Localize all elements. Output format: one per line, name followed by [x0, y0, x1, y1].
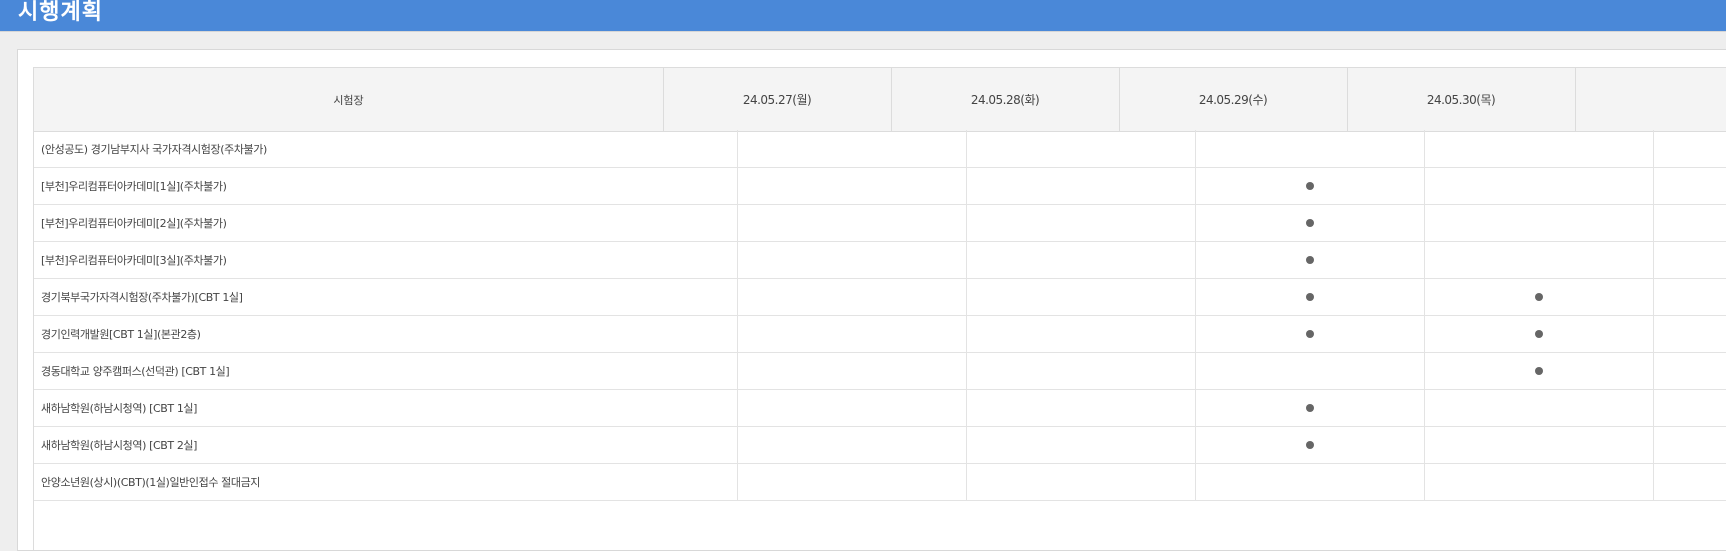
- table-row: 새하남학원(하남시청역) [CBT 2실]: [34, 426, 1726, 464]
- site-name-cell: [부천]우리컴퓨터아카데미[1실](주차불가): [34, 167, 738, 204]
- schedule-cell-day-4: [1425, 278, 1654, 315]
- schedule-cell-day-1: [738, 389, 967, 426]
- table-row: 안양소년원(상시)(CBT)(1실)일반인접수 절대금지: [34, 463, 1726, 501]
- schedule-cell-day-1: [738, 241, 967, 278]
- schedule-cell-day-2: [967, 426, 1196, 463]
- site-name-cell: 새하남학원(하남시청역) [CBT 1실]: [34, 389, 738, 426]
- table-row: 경기인력개발원[CBT 1실](본관2층): [34, 315, 1726, 353]
- schedule-cell-day-2: [967, 315, 1196, 352]
- schedule-dot-icon: [1535, 329, 1543, 338]
- column-header-date-3: 24.05.29(수): [1119, 68, 1348, 131]
- schedule-cell-day-1: [738, 352, 967, 389]
- schedule-cell-day-4: [1425, 426, 1654, 463]
- schedule-cell-day-2: [967, 241, 1196, 278]
- schedule-dot-icon: [1306, 218, 1314, 227]
- schedule-cell-day-1: [738, 204, 967, 241]
- schedule-cell-day-4: [1425, 315, 1654, 352]
- schedule-cell-day-3: [1196, 463, 1425, 500]
- table-row: 새하남학원(하남시청역) [CBT 1실]: [34, 389, 1726, 427]
- schedule-cell-day-4: [1425, 389, 1654, 426]
- site-name-cell: 새하남학원(하남시청역) [CBT 2실]: [34, 426, 738, 463]
- schedule-cell-day-3: [1196, 204, 1425, 241]
- schedule-cell-day-4: [1425, 352, 1654, 389]
- schedule-cell-day-2: [967, 130, 1196, 167]
- schedule-cell-day-3: [1196, 241, 1425, 278]
- table-body: (안성공도) 경기남부지사 국가자격시험장(주차불가) [부천]우리컴퓨터아카데미…: [33, 130, 1726, 550]
- site-name-cell: 안양소년원(상시)(CBT)(1실)일반인접수 절대금지: [34, 463, 738, 500]
- table-row: 경기북부국가자격시험장(주차불가)[CBT 1실]: [34, 278, 1726, 316]
- schedule-cell-day-2: [967, 204, 1196, 241]
- schedule-cell-day-1: [738, 426, 967, 463]
- schedule-cell-day-4: [1425, 463, 1654, 500]
- site-name-cell: [부천]우리컴퓨터아카데미[2실](주차불가): [34, 204, 738, 241]
- schedule-cell-day-1: [738, 130, 967, 167]
- schedule-cell-day-4: [1425, 241, 1654, 278]
- schedule-cell-day-3: [1196, 389, 1425, 426]
- schedule-dot-icon: [1306, 403, 1314, 412]
- schedule-cell-day-2: [967, 352, 1196, 389]
- schedule-dot-icon: [1535, 366, 1543, 375]
- header-bar: 시행계획: [0, 0, 1726, 31]
- site-name-cell: [부천]우리컴퓨터아카데미[3실](주차불가): [34, 241, 738, 278]
- site-name-cell: 경기인력개발원[CBT 1실](본관2층): [34, 315, 738, 352]
- site-name-cell: 경동대학교 양주캠퍼스(선덕관) [CBT 1실]: [34, 352, 738, 389]
- site-name-cell: (안성공도) 경기남부지사 국가자격시험장(주차불가): [34, 130, 738, 167]
- column-header-date-4: 24.05.30(목): [1347, 68, 1576, 131]
- schedule-cell-day-1: [738, 167, 967, 204]
- schedule-dot-icon: [1306, 181, 1314, 190]
- table-row: 경동대학교 양주캠퍼스(선덕관) [CBT 1실]: [34, 352, 1726, 390]
- table-row: [부천]우리컴퓨터아카데미[2실](주차불가): [34, 204, 1726, 242]
- schedule-cell-day-2: [967, 167, 1196, 204]
- schedule-dot-icon: [1306, 440, 1314, 449]
- schedule-dot-icon: [1306, 292, 1314, 301]
- column-header-site: 시험장: [34, 68, 664, 131]
- header-divider: [0, 31, 1726, 32]
- schedule-cell-day-4: [1425, 204, 1654, 241]
- table-row: [부천]우리컴퓨터아카데미[3실](주차불가): [34, 241, 1726, 279]
- schedule-cell-day-3: [1196, 278, 1425, 315]
- table-header: 시험장 24.05.27(월) 24.05.28(화) 24.05.29(수) …: [33, 67, 1726, 132]
- schedule-cell-day-4: [1425, 130, 1654, 167]
- table-row: [부천]우리컴퓨터아카데미[1실](주차불가): [34, 167, 1726, 205]
- table-row: (안성공도) 경기남부지사 국가자격시험장(주차불가): [34, 130, 1726, 168]
- schedule-dot-icon: [1535, 292, 1543, 301]
- site-name-cell: 경기북부국가자격시험장(주차불가)[CBT 1실]: [34, 278, 738, 315]
- schedule-cell-day-3: [1196, 426, 1425, 463]
- schedule-cell-day-2: [967, 389, 1196, 426]
- schedule-cell-day-1: [738, 463, 967, 500]
- schedule-dot-icon: [1306, 329, 1314, 338]
- schedule-cell-day-2: [967, 278, 1196, 315]
- page-title: 시행계획: [18, 0, 103, 25]
- schedule-cell-day-4: [1425, 167, 1654, 204]
- schedule-cell-day-3: [1196, 130, 1425, 167]
- schedule-cell-day-3: [1196, 167, 1425, 204]
- schedule-cell-day-3: [1196, 352, 1425, 389]
- schedule-cell-day-2: [967, 463, 1196, 500]
- schedule-cell-day-3: [1196, 315, 1425, 352]
- schedule-cell-day-1: [738, 278, 967, 315]
- column-header-date-2: 24.05.28(화): [891, 68, 1120, 131]
- schedule-cell-day-1: [738, 315, 967, 352]
- column-header-date-1: 24.05.27(월): [663, 68, 892, 131]
- schedule-dot-icon: [1306, 255, 1314, 264]
